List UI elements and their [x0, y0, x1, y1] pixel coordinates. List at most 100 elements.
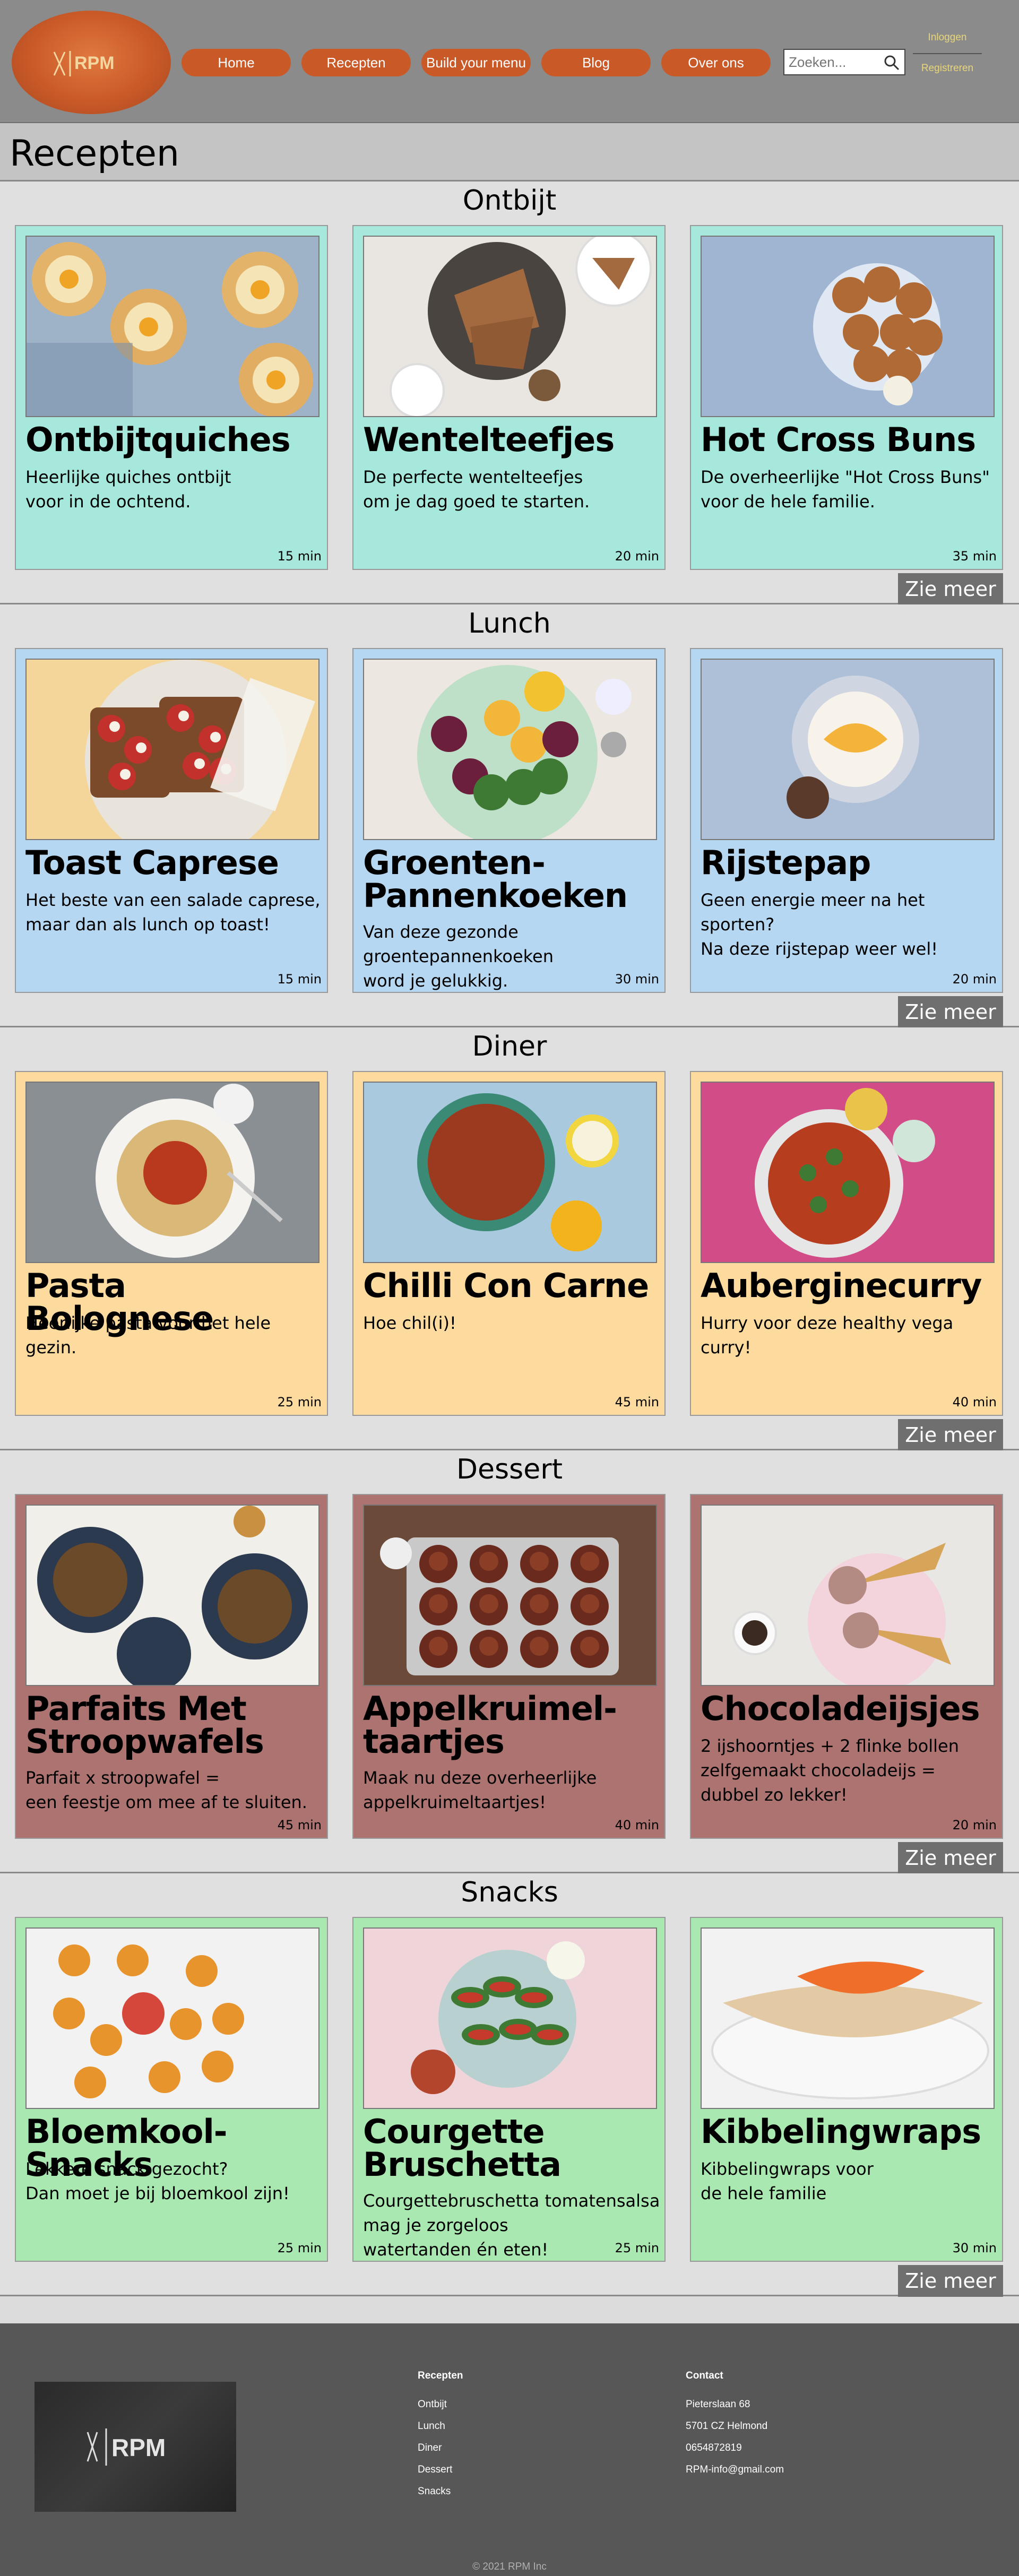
- recipe-description-line: appelkruimeltaartjes!: [363, 1792, 546, 1812]
- see-more-button[interactable]: Zie meer: [898, 573, 1003, 605]
- prep-time: 20 min: [952, 1818, 997, 1832]
- recipe-description-line: Het beste van een salade caprese,: [25, 890, 321, 910]
- logo-mark: RPM: [50, 48, 140, 80]
- footer-recipes-heading: Recepten: [418, 2370, 463, 2381]
- recipe-description-line: zelfgemaakt chocoladeijs =: [701, 1760, 936, 1780]
- prep-time: 25 min: [277, 2241, 322, 2255]
- nav-home[interactable]: Home: [182, 49, 291, 76]
- recipe-card[interactable]: Kibbelingwraps Kibbelingwraps voor de hele…: [690, 1917, 1003, 2262]
- recipe-title[interactable]: Groenten- Pannenkoeken: [363, 846, 660, 912]
- recipe-title[interactable]: Kibbelingwraps: [701, 2115, 998, 2148]
- recipe-title-line: Stroopwafels: [25, 1722, 264, 1761]
- recipe-card[interactable]: Chilli Con Carne Hoe chil(i)! 45 min: [352, 1071, 666, 1416]
- recipe-image[interactable]: [25, 1927, 319, 2109]
- footer-contact: Contact Pieterslaan 68 5701 CZ Helmond 0…: [686, 2370, 784, 2486]
- recipe-card[interactable]: Parfaits Met Stroopwafels Parfait x stroop…: [15, 1494, 328, 1839]
- recipe-card[interactable]: Hot Cross Buns De overheerlijke "Hot Cros…: [690, 225, 1003, 570]
- recipe-card[interactable]: Chocoladeijsjes 2 ijshoorntjes + 2 flinke…: [690, 1494, 1003, 1839]
- recipe-image[interactable]: [363, 236, 657, 417]
- recipe-description-line: maar dan als lunch op toast!: [25, 914, 270, 935]
- recipe-image[interactable]: [363, 1505, 657, 1686]
- recipe-card[interactable]: Groenten- Pannenkoeken Van deze gezonde gro…: [352, 648, 666, 993]
- site-header: RPM Home Recepten Build your menu Blog O…: [0, 0, 1019, 123]
- recipe-title[interactable]: Chocoladeijsjes: [701, 1692, 998, 1725]
- footer-link-ontbijt[interactable]: Ontbijt: [418, 2399, 463, 2410]
- recipe-image[interactable]: [363, 1082, 657, 1263]
- contact-phone: 0654872819: [686, 2442, 742, 2453]
- recipe-image[interactable]: [25, 659, 319, 840]
- recipe-description: Lekkere snack gezocht? Dan moet je bij bl…: [25, 2157, 323, 2206]
- prep-time: 40 min: [952, 1395, 997, 1410]
- footer-contact-heading: Contact: [686, 2370, 723, 2381]
- footer-link-diner[interactable]: Diner: [418, 2442, 463, 2454]
- recipe-title[interactable]: Chilli Con Carne: [363, 1269, 660, 1302]
- recipe-image[interactable]: [701, 236, 995, 417]
- section-diner: Diner Pasta Bolognese Heerlijke pasta voor…: [0, 1027, 1019, 1451]
- see-more-button[interactable]: Zie meer: [898, 996, 1003, 1028]
- recipe-image[interactable]: [25, 236, 319, 417]
- recipe-image[interactable]: [25, 1082, 319, 1263]
- recipe-title-line: Parfaits Met: [25, 1689, 247, 1728]
- recipe-card[interactable]: Auberginecurry Hurry voor deze healthy ve…: [690, 1071, 1003, 1416]
- recipe-image[interactable]: [363, 1927, 657, 2109]
- recipe-image[interactable]: [701, 1082, 995, 1263]
- recipe-title[interactable]: Parfaits Met Stroopwafels: [25, 1692, 323, 1758]
- recipe-description-line: mag je zorgeloos: [363, 2215, 508, 2235]
- recipe-description-line: Geen energie meer na het sporten?: [701, 890, 925, 935]
- recipe-title-line: Appelkruimel-: [363, 1689, 617, 1728]
- recipe-card[interactable]: Bloemkool-Snacks Lekkere snack gezocht? Da…: [15, 1917, 328, 2262]
- recipe-card[interactable]: Rijstepap Geen energie meer na het sporte…: [690, 648, 1003, 993]
- register-link[interactable]: Registreren: [913, 63, 982, 74]
- recipe-title-line: Bruschetta: [363, 2145, 562, 2184]
- recipe-card[interactable]: Wentelteefjes De perfecte wentelteefjes om…: [352, 225, 666, 570]
- see-more-button[interactable]: Zie meer: [898, 1842, 1003, 1874]
- recipe-image[interactable]: [25, 1505, 319, 1686]
- recipe-description: Parfait x stroopwafel = een feestje om me…: [25, 1766, 323, 1814]
- nav-build-your-menu[interactable]: Build your menu: [421, 49, 531, 76]
- search-icon[interactable]: [883, 54, 900, 71]
- page-title: Recepten: [10, 133, 180, 175]
- recipe-card[interactable]: Ontbijtquiches Heerlijke quiches ontbijt v…: [15, 225, 328, 570]
- recipe-title[interactable]: Rijstepap: [701, 846, 998, 879]
- recipe-image[interactable]: [701, 659, 995, 840]
- contact-email[interactable]: RPM-info@gmail.com: [686, 2464, 784, 2476]
- nav-over-ons[interactable]: Over ons: [661, 49, 771, 76]
- see-more-button[interactable]: Zie meer: [898, 2265, 1003, 2297]
- section-dessert: Dessert Parfaits Met Stroopwafels Parfait x…: [0, 1450, 1019, 1874]
- recipe-title-line: Rijstepap: [701, 843, 871, 882]
- see-more-button[interactable]: Zie meer: [898, 1419, 1003, 1451]
- nav-blog[interactable]: Blog: [541, 49, 651, 76]
- auth-links: Inloggen Registreren: [913, 32, 982, 74]
- recipe-title[interactable]: Ontbijtquiches: [25, 423, 323, 456]
- recipe-description-line: Heerlijke pasta voor het hele gezin.: [25, 1313, 271, 1358]
- footer-link-snacks[interactable]: Snacks: [418, 2486, 463, 2497]
- copyright: © 2021 RPM Inc: [472, 2561, 547, 2572]
- recipe-title[interactable]: Courgette Bruschetta: [363, 2115, 660, 2181]
- recipe-title-line: Courgette: [363, 2112, 545, 2151]
- recipe-image[interactable]: [701, 1927, 995, 2109]
- section-title: Snacks: [461, 1877, 558, 1908]
- recipe-card[interactable]: Toast Caprese Het beste van een salade ca…: [15, 648, 328, 993]
- recipe-title[interactable]: Hot Cross Buns: [701, 423, 998, 456]
- prep-time: 15 min: [277, 549, 322, 564]
- recipe-title[interactable]: Wentelteefjes: [363, 423, 660, 456]
- footer-link-dessert[interactable]: Dessert: [418, 2464, 463, 2476]
- recipe-title[interactable]: Appelkruimel-taartjes: [363, 1692, 660, 1758]
- logo[interactable]: RPM: [12, 11, 171, 114]
- recipe-title[interactable]: Auberginecurry: [701, 1269, 998, 1302]
- nav-recepten[interactable]: Recepten: [301, 49, 411, 76]
- recipe-card[interactable]: Pasta Bolognese Heerlijke pasta voor het …: [15, 1071, 328, 1416]
- recipe-description-line: dubbel zo lekker!: [701, 1785, 848, 1805]
- recipe-description: Kibbelingwraps voor de hele familie: [701, 2157, 998, 2206]
- recipe-image[interactable]: [363, 659, 657, 840]
- recipe-title[interactable]: Toast Caprese: [25, 846, 323, 879]
- login-link[interactable]: Inloggen: [913, 32, 982, 44]
- search-input[interactable]: [784, 50, 880, 74]
- prep-time: 15 min: [277, 972, 322, 987]
- recipe-card[interactable]: Appelkruimel-taartjes Maak nu deze overhe…: [352, 1494, 666, 1839]
- footer-recipes: Recepten Ontbijt Lunch Diner Dessert Sna…: [418, 2370, 463, 2508]
- recipe-image[interactable]: [701, 1505, 995, 1686]
- footer-link-lunch[interactable]: Lunch: [418, 2421, 463, 2432]
- footer-logo[interactable]: RPM: [34, 2382, 236, 2512]
- recipe-card[interactable]: Courgette Bruschetta Courgettebruschetta t…: [352, 1917, 666, 2262]
